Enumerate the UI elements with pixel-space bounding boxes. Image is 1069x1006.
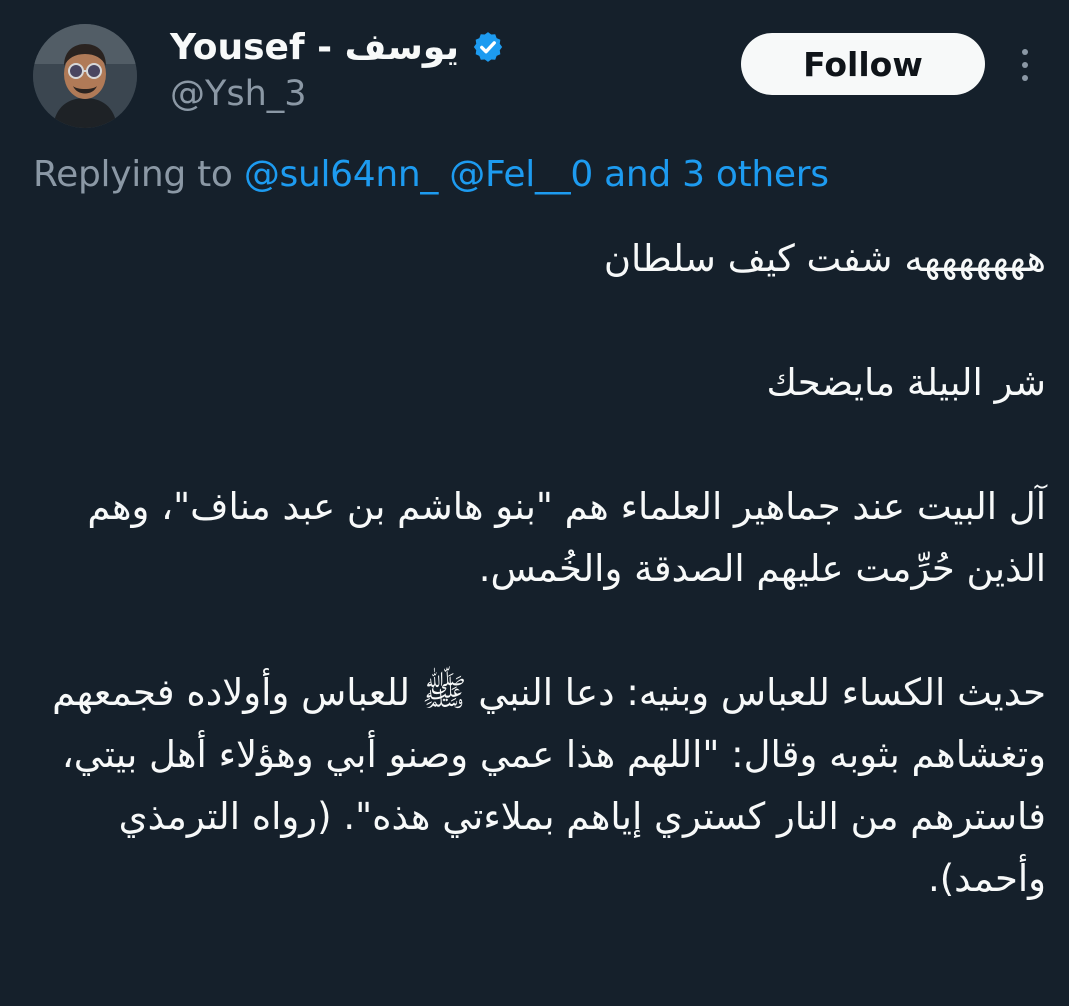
more-dot: [1022, 62, 1028, 68]
replying-to-label: Replying to: [33, 154, 244, 195]
more-vertical-icon[interactable]: [1010, 40, 1040, 90]
author-handle[interactable]: @Ysh_3: [170, 74, 307, 114]
avatar-image: [33, 24, 137, 128]
others-link[interactable]: and 3 others: [604, 154, 829, 195]
tweet-line-2: شر البيلة مايضحك: [766, 361, 1046, 404]
tweet: Yousef - يوسف @Ysh_3 Follow Replying to …: [0, 0, 1069, 1006]
verified-badge-icon: [473, 32, 503, 62]
mention-link-1[interactable]: @sul64nn_: [244, 154, 439, 195]
replying-to: Replying to @sul64nn_ @Fel__0 and 3 othe…: [33, 154, 829, 195]
tweet-paragraph-4: حديث الكساء للعباس وبنيه: دعا النبي ﷺ لل…: [52, 671, 1046, 900]
tweet-text: هههههههه شفت كيف سلطان شر البيلة مايضحك …: [30, 228, 1046, 910]
tweet-paragraph-3: آل البيت عند جماهير العلماء هم "بنو هاشم…: [87, 485, 1046, 590]
author-display-name[interactable]: Yousef - يوسف: [170, 27, 459, 68]
tweet-line-1: هههههههه شفت كيف سلطان: [603, 237, 1046, 280]
avatar[interactable]: [33, 24, 137, 128]
follow-button[interactable]: Follow: [741, 33, 985, 95]
author-name[interactable]: Yousef - يوسف: [170, 22, 505, 72]
more-dot: [1022, 49, 1028, 55]
more-dot: [1022, 75, 1028, 81]
mention-link-2[interactable]: @Fel__0: [449, 154, 593, 195]
